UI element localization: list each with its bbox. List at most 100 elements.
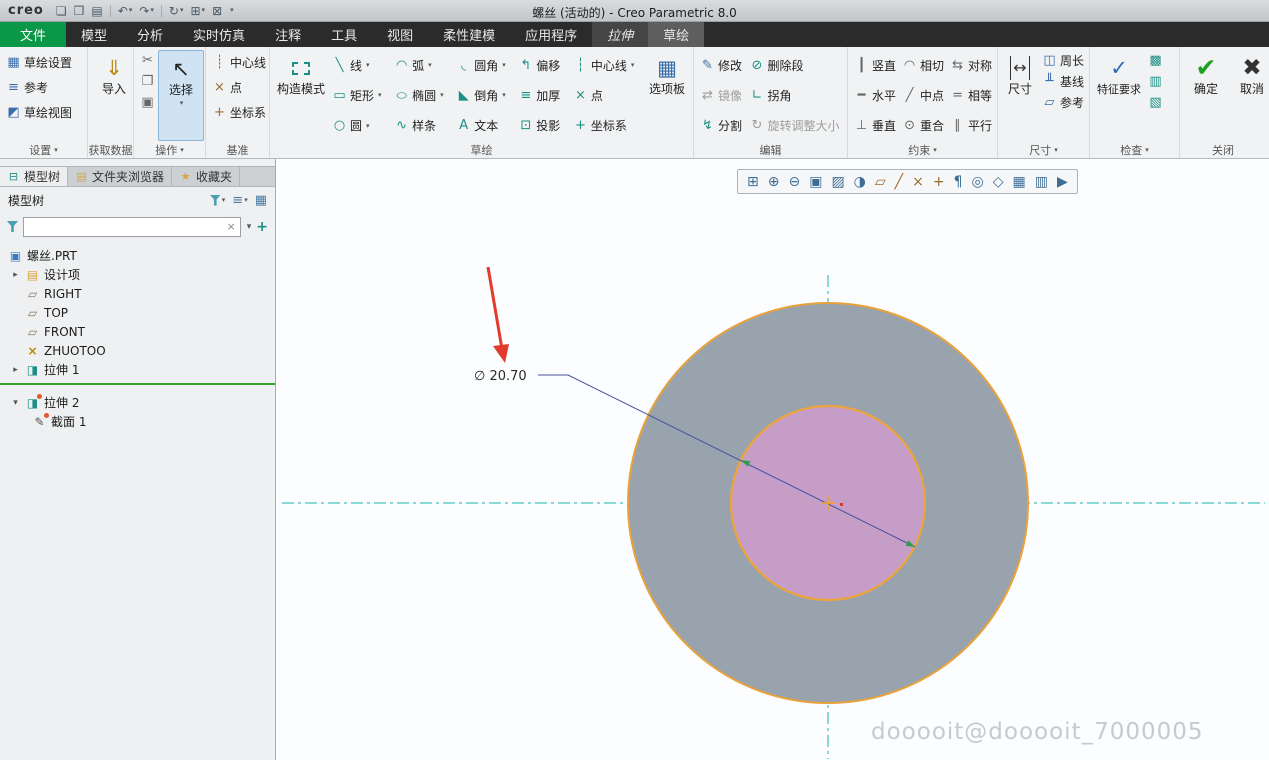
parallel-constraint-button[interactable]: ∥平行 [947,114,995,138]
tab-view[interactable]: 视图 [372,22,428,47]
tree-item-section-1[interactable]: ✎ 截面 1 [0,412,275,431]
regenerate-button[interactable]: ↻▾ [169,5,184,17]
perspective-icon[interactable]: ◇ [993,174,1004,190]
csys-button[interactable]: +坐标系 [570,114,644,138]
tab-favorites[interactable]: ★ 收藏夹 [172,167,240,186]
saved-orientations-icon[interactable]: ▥ [1035,174,1048,190]
fillet-button[interactable]: ◟圆角▾ [453,53,515,77]
circle-button[interactable]: ○圆▾ [329,114,391,138]
datum-axis-display-icon[interactable]: ╱ [895,174,903,190]
search-options-button[interactable]: ▾ [247,222,252,232]
csys-display-icon[interactable]: + [933,174,945,190]
datum-csys-button[interactable]: + 坐标系 [209,100,266,124]
view-manager-icon[interactable]: ▦ [1013,174,1026,190]
group-label-inspect[interactable]: 检查▾ [1090,141,1179,158]
thicken-button[interactable]: ≡加厚 [515,83,570,107]
group-label-dimension[interactable]: 尺寸▾ [998,141,1089,158]
tree-search-box[interactable]: × [23,217,241,237]
group-label-operations[interactable]: 操作▾ [134,141,205,158]
overlapping-geometry-button[interactable]: ▧ [1145,92,1166,112]
group-label-setup[interactable]: 设置▾ [0,141,87,158]
spline-button[interactable]: ∿样条 [391,114,453,138]
tree-item-right-plane[interactable]: ▱ RIGHT [0,284,275,303]
dimension-button[interactable]: ↔ 尺寸 [1001,50,1039,141]
horizontal-constraint-button[interactable]: ━水平 [851,83,899,107]
vertical-constraint-button[interactable]: ┃竖直 [851,53,899,77]
cut-button[interactable]: ✂ [137,50,158,70]
equal-constraint-button[interactable]: =相等 [947,83,995,107]
tab-file[interactable]: 文件 [0,22,66,47]
paste-button[interactable]: ▣ [137,92,158,112]
repaint-icon[interactable]: ▨ [831,174,844,190]
tree-display-options-button[interactable]: ≡▾ [232,193,247,208]
spin-center-icon[interactable]: ◎ [972,174,984,190]
tab-flexible-modeling[interactable]: 柔性建模 [428,22,510,47]
datum-point-button[interactable]: × 点 [209,75,266,99]
open-file-button[interactable]: ❒ [74,5,85,17]
reference-dim-button[interactable]: ▱参考 [1039,92,1087,112]
centerline-button[interactable]: ┆中心线▾ [570,53,644,77]
customize-qat-button[interactable]: ▾ [229,7,234,14]
expander-icon[interactable]: ▸ [10,270,21,280]
tab-applications[interactable]: 应用程序 [510,22,592,47]
clear-search-icon[interactable]: × [227,220,236,233]
undo-button[interactable]: ↶▾ [118,5,133,17]
redo-button[interactable]: ↷▾ [139,5,154,17]
construction-mode-button[interactable]: 构造模式 [273,50,329,141]
rotate-resize-button[interactable]: ↻旋转调整大小 [747,114,845,138]
reference-button[interactable]: ≡ 参考 [3,75,84,99]
zoom-out-icon[interactable]: ⊖ [788,174,800,190]
palette-button[interactable]: ▦ 选项板 [644,50,690,141]
tab-extrude-context[interactable]: 拉伸 [592,22,648,47]
ok-button[interactable]: ✔ 确定 [1183,50,1229,141]
baseline-button[interactable]: ╨基线 [1039,71,1087,91]
tab-analysis[interactable]: 分析 [122,22,178,47]
project-button[interactable]: ⊡投影 [515,114,570,138]
refit-icon[interactable]: ▣ [809,174,822,190]
select-tool-button[interactable]: ↖ 选择 ▾ [158,50,204,141]
tab-model[interactable]: 模型 [66,22,122,47]
tab-model-tree[interactable]: ⊟ 模型树 [0,167,68,186]
cancel-button[interactable]: ✖ 取消 [1229,50,1269,141]
tree-item-csys[interactable]: × ZHUOTOO [0,341,275,360]
sketch-view-button[interactable]: ◩ 草绘视图 [3,100,84,124]
tree-item-top-plane[interactable]: ▱ TOP [0,303,275,322]
tree-filter-button[interactable]: ▾ [210,195,226,206]
windows-button[interactable]: ⊞▾ [190,5,205,17]
shade-closed-loops-button[interactable]: ▩ [1145,50,1166,70]
sketch-view-orient-icon[interactable]: ▶ [1057,174,1068,190]
datum-point-display-icon[interactable]: × [912,174,924,190]
tree-item-extrude-2[interactable]: ▾ ◨ 拉伸 2 [0,393,275,412]
tab-folder-browser[interactable]: ▤ 文件夹浏览器 [68,167,172,186]
ellipse-button[interactable]: ○椭圆▾ [391,83,453,107]
tree-item-part[interactable]: ▣ 螺丝.PRT [0,246,275,265]
zoom-window-icon[interactable]: ⊞ [747,174,759,190]
corner-button[interactable]: ∟拐角 [747,83,845,107]
tree-search-input[interactable] [28,220,227,234]
text-button[interactable]: A文本 [453,114,515,138]
midpoint-constraint-button[interactable]: ╱中点 [899,83,947,107]
modify-button[interactable]: ✎修改 [697,53,747,77]
copy-button[interactable]: ❐ [137,71,158,91]
point-button[interactable]: ×点 [570,83,644,107]
symmetric-constraint-button[interactable]: ⇆对称 [947,53,995,77]
feature-requirements-button[interactable]: ✓ 特征要求 [1093,50,1145,141]
perimeter-button[interactable]: ◫周长 [1039,50,1087,70]
rectangle-button[interactable]: ▭矩形▾ [329,83,391,107]
add-filter-button[interactable]: + [256,219,268,235]
coincident-constraint-button[interactable]: ⊙重合 [899,114,947,138]
tree-item-design-items[interactable]: ▸ ▤ 设计项 [0,265,275,284]
import-button[interactable]: ⇓ 导入 [91,50,137,141]
tab-sketch-active[interactable]: 草绘 [648,22,704,47]
sketch-setup-button[interactable]: ▦ 草绘设置 [3,50,84,74]
new-file-button[interactable]: ❏ [56,5,67,17]
graphics-window[interactable]: ⊞ ⊕ ⊖ ▣ ▨ ◑ ▱ ╱ × + ¶ ◎ ◇ ▦ ▥ ▶ [276,159,1269,760]
display-style-icon[interactable]: ◑ [854,174,866,190]
tab-live-simulation[interactable]: 实时仿真 [178,22,260,47]
tab-tools[interactable]: 工具 [316,22,372,47]
dimension-value[interactable]: ∅ 20.70 [474,369,527,384]
chamfer-button[interactable]: ◣倒角▾ [453,83,515,107]
insert-here-indicator[interactable] [0,383,275,385]
offset-button[interactable]: ↰偏移 [515,53,570,77]
expander-icon[interactable]: ▸ [10,365,21,375]
